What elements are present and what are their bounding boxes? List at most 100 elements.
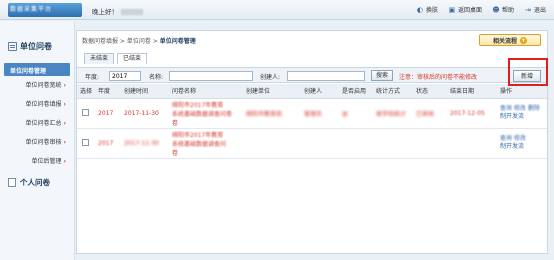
- row-name-line: 卷: [172, 149, 179, 157]
- sidebar-item-label: 单位问卷汇总: [25, 120, 62, 127]
- skin-button[interactable]: ◐ 换肤: [416, 5, 438, 15]
- row-name-line: 卷: [172, 119, 179, 127]
- row-end-date: [447, 128, 497, 159]
- sidebar-item-manage[interactable]: 单位后管理 ›: [0, 152, 74, 171]
- skin-label: 换肤: [425, 7, 438, 14]
- status-tabs: 未结束 已结束: [84, 53, 148, 64]
- column-header: 是否启用: [339, 84, 373, 99]
- row-select: [77, 128, 95, 159]
- table-row[interactable]: 2017 2017-11-30 绵阳市2017年教育 系统基础数据调查问卷 卷 …: [77, 98, 547, 129]
- name-label: 名称:: [149, 74, 164, 81]
- chevron-right-icon: ›: [63, 82, 66, 89]
- row-unit: [243, 128, 301, 159]
- row-status: 已审核: [413, 98, 447, 129]
- year-label: 年度:: [85, 74, 100, 81]
- plus-circle-icon: +: [520, 36, 527, 44]
- sidebar-item-label: 单位问卷审核: [25, 139, 62, 146]
- sidebar-item-label: 单位后管理: [31, 158, 62, 165]
- row-name-line: 系统基础数据调查问: [172, 140, 227, 148]
- row-method: 按学校统计: [373, 98, 413, 129]
- top-bar: 数据采集平台 晚上好！ ◐ 换肤 ▣ 返回桌面 ☻ 帮助 ⇥ 退出: [0, 0, 554, 20]
- desktop-button[interactable]: ▣ 返回桌面: [448, 5, 482, 15]
- sidebar-item-fill[interactable]: 单位问卷填报 ›: [0, 95, 74, 114]
- table-row[interactable]: 2017 2017-11-30 绵阳市2017年教育 系统基础数据调查问 卷 查…: [77, 128, 547, 159]
- sidebar: 单位问卷 单位问卷管理 单位问卷宽统 › 单位问卷填报 › 单位问卷汇总 › 单位问卷…: [0, 21, 75, 260]
- row-operations[interactable]: 查询 修改 删除 制开发流: [497, 98, 547, 129]
- questionnaire-table: 选择 年度 创建时间 问卷名称 创建单位 创建人 是否启用 统计方式 状态 结束…: [77, 84, 547, 159]
- row-op-links[interactable]: 查询 修改: [500, 135, 547, 143]
- row-name-line: 绵阳市2017年教育: [172, 131, 224, 139]
- chevron-right-icon: ›: [63, 101, 66, 108]
- sidebar-section-unit[interactable]: 单位问卷: [0, 21, 74, 55]
- row-operations[interactable]: 查询 修改 制开发流: [497, 128, 547, 159]
- row-year: 2017: [95, 128, 121, 159]
- row-name: 绵阳市2017年教育 系统基础数据调查问卷 卷: [169, 98, 243, 129]
- column-header: 创建时间: [121, 84, 169, 99]
- row-method: [373, 128, 413, 159]
- row-creator: [301, 128, 339, 159]
- row-op-links[interactable]: 查询 修改 删除: [500, 105, 547, 113]
- year-input[interactable]: [109, 71, 141, 81]
- row-op-links[interactable]: 制开发流: [500, 113, 547, 121]
- breadcrumb: 数据问卷填报 > 单位问卷 > 单位问卷管理: [82, 38, 196, 45]
- name-input[interactable]: [169, 71, 253, 81]
- sidebar-item-active[interactable]: 单位问卷管理: [4, 63, 70, 76]
- tab-unfinished[interactable]: 未结束: [84, 53, 115, 64]
- help-icon: ☻: [492, 5, 500, 14]
- search-button[interactable]: 搜索: [371, 70, 393, 81]
- column-header: 创建人: [301, 84, 339, 99]
- sidebar-section-personal[interactable]: 个人问卷: [0, 171, 74, 188]
- desktop-label: 返回桌面: [457, 7, 482, 14]
- palette-icon: ◐: [416, 5, 423, 14]
- sidebar-item-label: 单位问卷宽统: [25, 82, 62, 89]
- tab-finished[interactable]: 已结束: [117, 53, 148, 64]
- chevron-right-icon: ›: [63, 139, 66, 146]
- row-name: 绵阳市2017年教育 系统基础数据调查问 卷: [169, 128, 243, 159]
- sidebar-item-review[interactable]: 单位问卷审核 ›: [0, 133, 74, 152]
- row-name-line: 系统基础数据调查问卷: [172, 110, 233, 118]
- column-header: 问卷名称: [169, 84, 243, 99]
- row-op-links[interactable]: 制开发流: [500, 143, 547, 151]
- related-process-button[interactable]: 相关流程 +: [479, 34, 541, 46]
- column-header: 结束日期: [447, 84, 497, 99]
- row-enabled: [339, 128, 373, 159]
- row-created: 2017-11-30: [121, 98, 169, 129]
- document-icon: [8, 41, 17, 51]
- logout-button[interactable]: ⇥ 退出: [524, 5, 546, 15]
- user-name: [121, 9, 143, 15]
- related-process-label: 相关流程: [492, 37, 517, 45]
- add-button-highlight: [508, 58, 548, 86]
- row-creator: 管理员: [301, 98, 339, 129]
- column-header: 统计方式: [373, 84, 413, 99]
- row-checkbox[interactable]: [82, 108, 89, 116]
- app-logo-text: 数据采集平台: [10, 6, 53, 13]
- sidebar-item-browse[interactable]: 单位问卷宽统 ›: [0, 76, 74, 95]
- row-unit: 绵阳市教育局: [243, 98, 301, 129]
- breadcrumb-item[interactable]: 数据问卷填报: [82, 38, 118, 45]
- chevron-right-icon: ›: [63, 158, 66, 165]
- column-header: 年度: [95, 84, 121, 99]
- sidebar-item-summary[interactable]: 单位问卷汇总 ›: [0, 114, 74, 133]
- creator-label: 创建人:: [260, 74, 281, 81]
- row-year: 2017: [95, 98, 121, 129]
- row-checkbox[interactable]: [82, 138, 89, 146]
- filter-toolbar: 年度: 名称: 创建人: 搜索 注意：审核后的问卷不能修改 新增: [77, 67, 547, 83]
- creator-input[interactable]: [287, 71, 365, 81]
- help-button[interactable]: ☻ 帮助: [492, 5, 514, 15]
- breadcrumb-item[interactable]: 单位问卷: [127, 38, 151, 45]
- help-label: 帮助: [501, 7, 514, 14]
- row-end-date: 2017-12-05: [447, 98, 497, 129]
- column-header: 选择: [77, 84, 95, 99]
- column-header: 操作: [497, 84, 547, 99]
- logout-icon: ⇥: [525, 5, 531, 14]
- row-status: [413, 128, 447, 159]
- personal-doc-icon: [8, 178, 16, 187]
- row-select: [77, 98, 95, 129]
- sidebar-section-title: 单位问卷: [20, 41, 52, 51]
- row-enabled: 是: [339, 98, 373, 129]
- row-created: 2017-11-30: [121, 128, 169, 159]
- audit-note: 注意：审核后的问卷不能修改: [399, 74, 478, 81]
- column-header: 状态: [413, 84, 447, 99]
- top-actions: ◐ 换肤 ▣ 返回桌面 ☻ 帮助 ⇥ 退出: [416, 5, 546, 15]
- sidebar-section2-title: 个人问卷: [20, 178, 50, 187]
